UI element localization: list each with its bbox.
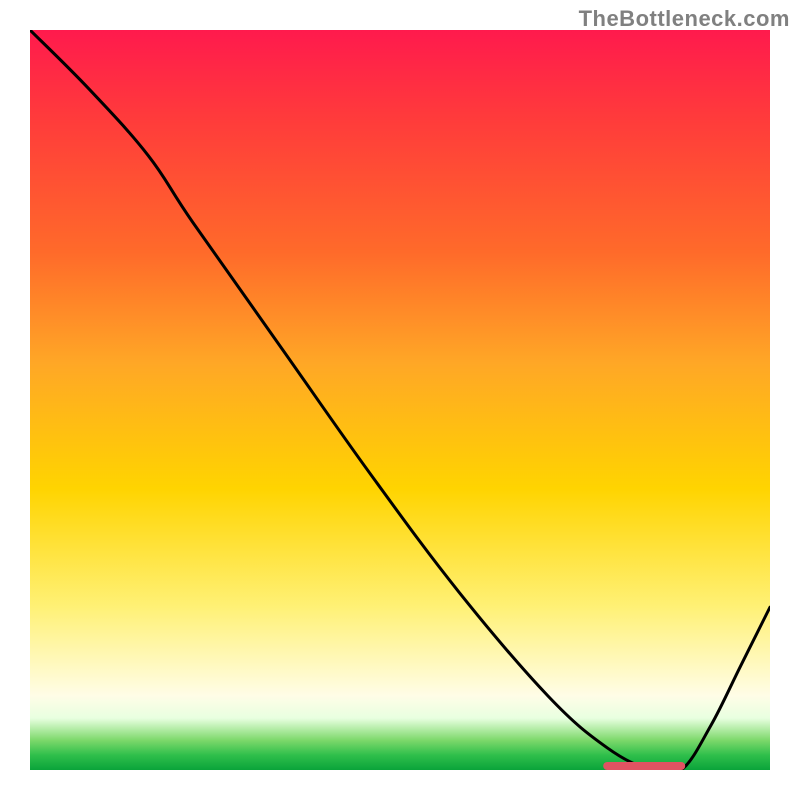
chart-stage: TheBottleneck.com xyxy=(0,0,800,800)
plot-area xyxy=(30,30,770,770)
bottleneck-curve-path xyxy=(30,30,770,770)
chart-svg xyxy=(30,30,770,770)
watermark-text: TheBottleneck.com xyxy=(579,6,790,32)
